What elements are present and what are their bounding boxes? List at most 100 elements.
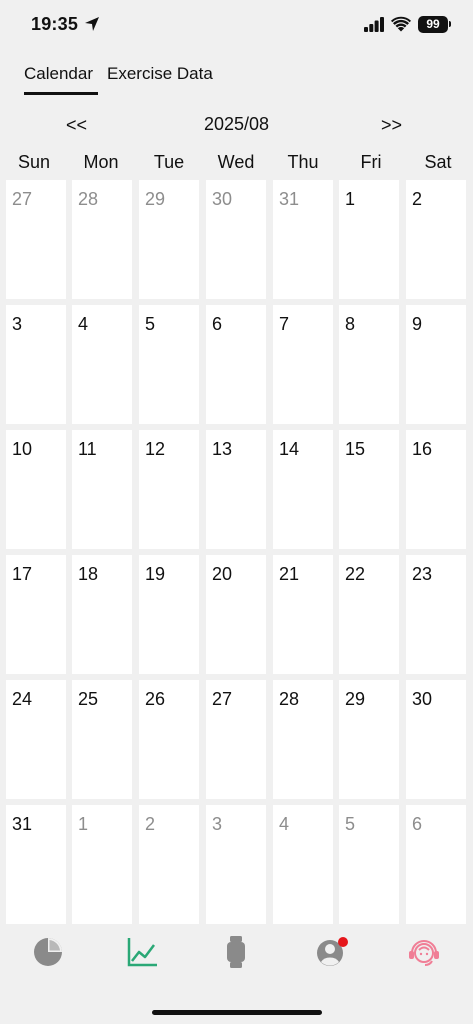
calendar-day-cell-outside-month[interactable]: 3 bbox=[206, 805, 266, 924]
day-number: 1 bbox=[78, 814, 89, 834]
day-number: 9 bbox=[412, 314, 423, 334]
day-number: 30 bbox=[412, 689, 433, 709]
calendar-day-cell[interactable]: 25 bbox=[72, 680, 132, 799]
calendar-day-cell[interactable]: 4 bbox=[72, 305, 132, 424]
calendar-day-cell-outside-month[interactable]: 28 bbox=[72, 180, 132, 299]
day-number: 1 bbox=[345, 189, 356, 209]
day-number: 11 bbox=[78, 439, 97, 459]
calendar-day-cell[interactable]: 15 bbox=[339, 430, 399, 549]
day-number: 5 bbox=[345, 814, 356, 834]
calendar-day-cell[interactable]: 19 bbox=[139, 555, 199, 674]
calendar-day-cell[interactable]: 17 bbox=[6, 555, 66, 674]
calendar-day-cell[interactable]: 18 bbox=[72, 555, 132, 674]
calendar-day-cell[interactable]: 3 bbox=[6, 305, 66, 424]
calendar-day-cell[interactable]: 21 bbox=[273, 555, 333, 674]
notification-badge bbox=[338, 937, 348, 947]
weekday-saturday: Sat bbox=[424, 152, 452, 172]
calendar-day-cell-outside-month[interactable]: 2 bbox=[139, 805, 199, 924]
day-number: 6 bbox=[412, 814, 423, 834]
watch-icon[interactable] bbox=[218, 934, 254, 970]
previous-month-button[interactable]: << bbox=[66, 115, 87, 136]
weekday-header: Sun Mon Tue Wed Thu Fri Sat bbox=[0, 152, 473, 176]
day-number: 7 bbox=[279, 314, 290, 334]
calendar-day-cell-outside-month[interactable]: 31 bbox=[273, 180, 333, 299]
calendar-day-cell[interactable]: 6 bbox=[206, 305, 266, 424]
profile-icon[interactable] bbox=[313, 934, 349, 970]
calendar-day-cell[interactable]: 20 bbox=[206, 555, 266, 674]
day-number: 28 bbox=[78, 189, 99, 209]
active-tab-indicator bbox=[24, 92, 98, 95]
tab-calendar[interactable]: Calendar bbox=[24, 64, 93, 84]
pie-chart-icon[interactable] bbox=[30, 934, 66, 970]
battery-indicator: 99 bbox=[418, 16, 448, 33]
day-number: 19 bbox=[145, 564, 166, 584]
weekday-tuesday: Tue bbox=[153, 152, 185, 172]
calendar-day-cell[interactable]: 8 bbox=[339, 305, 399, 424]
location-arrow-icon bbox=[85, 17, 99, 31]
calendar-day-cell-outside-month[interactable]: 5 bbox=[339, 805, 399, 924]
calendar-day-cell[interactable]: 14 bbox=[273, 430, 333, 549]
calendar-day-cell-outside-month[interactable]: 6 bbox=[406, 805, 466, 924]
calendar-day-cell-outside-month[interactable]: 30 bbox=[206, 180, 266, 299]
calendar-day-cell-outside-month[interactable]: 4 bbox=[273, 805, 333, 924]
status-time: 19:35 bbox=[31, 14, 79, 34]
calendar-day-cell[interactable]: 2 bbox=[406, 180, 466, 299]
weekday-friday: Fri bbox=[360, 152, 382, 172]
calendar-day-cell[interactable]: 12 bbox=[139, 430, 199, 549]
home-indicator[interactable] bbox=[152, 1010, 322, 1015]
day-number: 27 bbox=[212, 689, 233, 709]
status-bar: 19:35 99 bbox=[0, 0, 473, 52]
calendar-day-cell[interactable]: 5 bbox=[139, 305, 199, 424]
calendar-day-cell[interactable]: 26 bbox=[139, 680, 199, 799]
day-number: 20 bbox=[212, 564, 233, 584]
day-number: 18 bbox=[78, 564, 99, 584]
calendar-day-cell[interactable]: 7 bbox=[273, 305, 333, 424]
calendar-day-cell-outside-month[interactable]: 1 bbox=[72, 805, 132, 924]
calendar-day-cell[interactable]: 27 bbox=[206, 680, 266, 799]
calendar-day-cell[interactable]: 22 bbox=[339, 555, 399, 674]
day-number: 4 bbox=[279, 814, 290, 834]
weekday-monday: Mon bbox=[83, 152, 119, 172]
calendar-day-cell[interactable]: 28 bbox=[273, 680, 333, 799]
day-number: 26 bbox=[145, 689, 166, 709]
day-number: 10 bbox=[12, 439, 33, 459]
month-navigation: 2025/08 << >> bbox=[0, 112, 473, 140]
calendar-day-cell[interactable]: 29 bbox=[339, 680, 399, 799]
day-number: 2 bbox=[412, 189, 423, 209]
day-number: 3 bbox=[212, 814, 223, 834]
calendar-day-cell[interactable]: 10 bbox=[6, 430, 66, 549]
calendar-day-cell[interactable]: 30 bbox=[406, 680, 466, 799]
day-number: 29 bbox=[145, 189, 166, 209]
battery-nub bbox=[449, 21, 451, 27]
day-number: 27 bbox=[12, 189, 33, 209]
calendar-day-cell-outside-month[interactable]: 29 bbox=[139, 180, 199, 299]
bottom-navigation-bar bbox=[0, 924, 473, 1024]
calendar-day-cell[interactable]: 13 bbox=[206, 430, 266, 549]
wifi-icon bbox=[391, 16, 411, 32]
day-number: 13 bbox=[212, 439, 233, 459]
calendar-day-cell[interactable]: 31 bbox=[6, 805, 66, 924]
day-number: 30 bbox=[212, 189, 233, 209]
tab-exercise-data[interactable]: Exercise Data bbox=[107, 64, 213, 84]
weekday-sunday: Sun bbox=[17, 152, 51, 172]
calendar-day-cell[interactable]: 1 bbox=[339, 180, 399, 299]
day-number: 25 bbox=[78, 689, 99, 709]
calendar-day-cell[interactable]: 24 bbox=[6, 680, 66, 799]
day-number: 2 bbox=[145, 814, 156, 834]
weekday-wednesday: Wed bbox=[217, 152, 255, 172]
calendar-day-cell[interactable]: 9 bbox=[406, 305, 466, 424]
day-number: 4 bbox=[78, 314, 89, 334]
line-chart-icon[interactable] bbox=[124, 934, 160, 970]
calendar-day-cell[interactable]: 11 bbox=[72, 430, 132, 549]
calendar-day-cell[interactable]: 23 bbox=[406, 555, 466, 674]
day-number: 3 bbox=[12, 314, 23, 334]
day-number: 23 bbox=[412, 564, 433, 584]
next-month-button[interactable]: >> bbox=[381, 115, 402, 136]
day-number: 12 bbox=[145, 439, 166, 459]
day-number: 29 bbox=[345, 689, 366, 709]
day-number: 28 bbox=[279, 689, 300, 709]
calendar-day-cell-outside-month[interactable]: 27 bbox=[6, 180, 66, 299]
day-number: 5 bbox=[145, 314, 156, 334]
calendar-day-cell[interactable]: 16 bbox=[406, 430, 466, 549]
support-agent-icon[interactable] bbox=[406, 934, 442, 970]
